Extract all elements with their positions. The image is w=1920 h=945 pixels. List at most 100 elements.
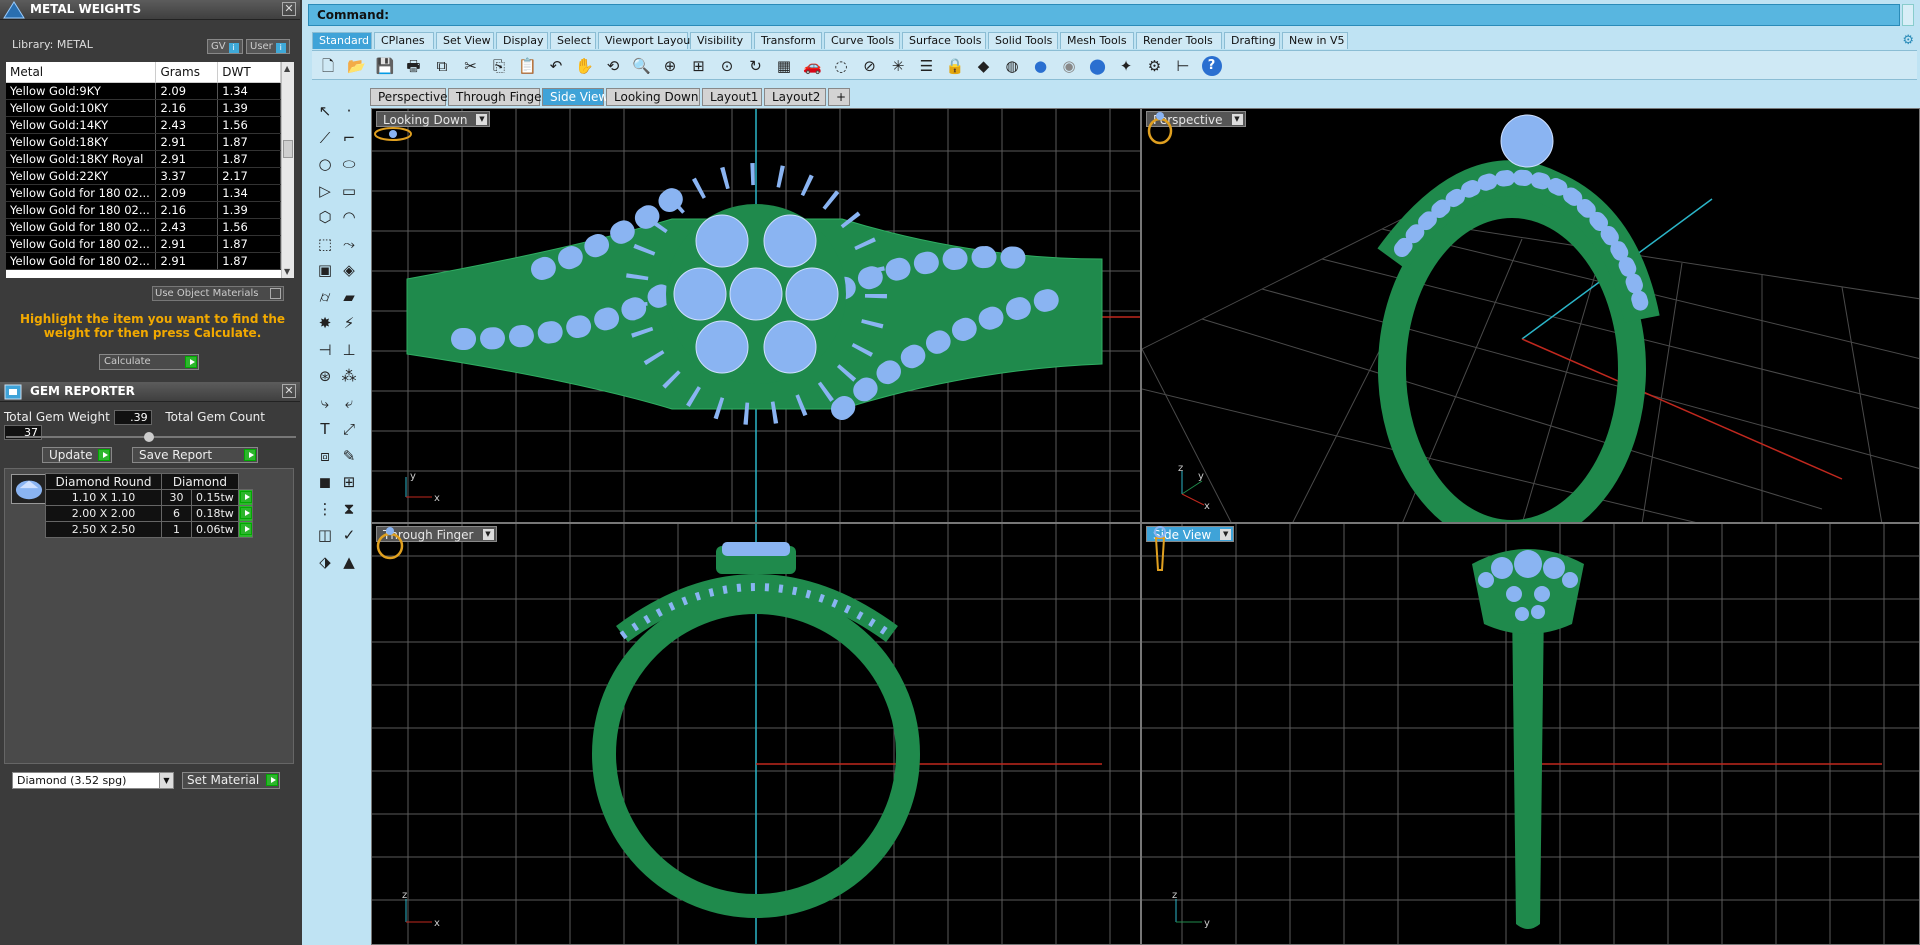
- cplane-icon[interactable]: ⊘: [860, 56, 880, 76]
- toolbar-tab[interactable]: Transform: [754, 32, 822, 49]
- curve-points-icon[interactable]: ⌐: [338, 127, 360, 149]
- toolbar-tab[interactable]: Surface Tools: [902, 32, 986, 49]
- snap-icon[interactable]: ✳: [888, 56, 908, 76]
- zoom-window-icon[interactable]: ⊕: [660, 56, 680, 76]
- box-icon[interactable]: ▣: [314, 259, 336, 281]
- metal-row[interactable]: Yellow Gold:18KY Royal 2.91 1.87: [6, 150, 281, 168]
- print-icon[interactable]: 🖶: [404, 56, 424, 76]
- array-icon[interactable]: ⁂: [338, 365, 360, 387]
- metal-row[interactable]: Yellow Gold:18KY 2.91 1.87: [6, 133, 281, 151]
- gallery-icon[interactable]: ⊞: [338, 471, 360, 493]
- toolbar-tab[interactable]: Mesh Tools: [1060, 32, 1134, 49]
- toolbar-tab[interactable]: CPlanes: [374, 32, 434, 49]
- zoom-in-icon[interactable]: 🔍: [632, 56, 652, 76]
- lock-icon[interactable]: 🔒: [945, 56, 965, 76]
- gem-group-icon[interactable]: ⧈: [314, 445, 336, 467]
- viewport-tab[interactable]: Layout1: [702, 88, 762, 106]
- help-icon[interactable]: ?: [1201, 56, 1222, 76]
- viewport-tab[interactable]: Side View: [542, 88, 608, 106]
- surface-icon[interactable]: ▰: [338, 286, 360, 308]
- viewport-tab[interactable]: Layout2: [764, 88, 826, 106]
- zoom-extents-icon[interactable]: ⊞: [689, 56, 709, 76]
- chevron-down-icon[interactable]: ▼: [482, 529, 494, 540]
- cone-icon[interactable]: ▲: [338, 551, 360, 573]
- chevron-down-icon[interactable]: ▼: [1220, 529, 1232, 540]
- gem-row[interactable]: 2.00 X 2.00 6 0.18tw: [45, 505, 253, 522]
- toolbar-tab[interactable]: Render Tools: [1136, 32, 1222, 49]
- layers-icon[interactable]: ◫: [314, 524, 336, 546]
- metal-row[interactable]: Yellow Gold for 180 02... 2.09 1.34: [6, 184, 281, 202]
- new-file-icon[interactable]: 🗋: [318, 56, 338, 76]
- toolbar-tab[interactable]: Drafting: [1224, 32, 1280, 49]
- add-viewport-tab-icon[interactable]: +: [828, 88, 850, 106]
- metal-col-header[interactable]: DWT: [217, 62, 281, 83]
- toolbar-tab[interactable]: Viewport Layout: [598, 32, 695, 49]
- car-icon[interactable]: 🚗: [803, 56, 823, 76]
- set-material-button[interactable]: Set Material: [182, 772, 280, 789]
- rectangle-icon[interactable]: ▭: [338, 180, 360, 202]
- group-icon[interactable]: ⊛: [314, 365, 336, 387]
- splitter-handle[interactable]: [144, 432, 154, 442]
- blend-icon[interactable]: ⤳: [338, 233, 360, 255]
- use-object-materials-toggle[interactable]: Use Object Materials: [152, 286, 284, 301]
- edit-icon[interactable]: ✎: [338, 445, 360, 467]
- boolean-icon[interactable]: ◈: [338, 259, 360, 281]
- gem-row[interactable]: 1.10 X 1.10 30 0.15tw: [45, 489, 253, 506]
- viewport-through-finger[interactable]: z x Through Finger ▼: [371, 523, 1141, 945]
- color-wheel-icon[interactable]: ◍: [1002, 56, 1022, 76]
- shape-icon[interactable]: ⬗: [314, 551, 336, 573]
- update-button[interactable]: Update: [42, 447, 112, 463]
- command-scrollbar[interactable]: [1902, 4, 1914, 26]
- sphere-icon[interactable]: ●: [1031, 56, 1051, 76]
- check-icon[interactable]: ✓: [338, 524, 360, 546]
- dimension-icon[interactable]: ⊢: [1173, 56, 1193, 76]
- gv-button[interactable]: GV i: [207, 39, 243, 54]
- metal-row[interactable]: Yellow Gold:9KY 2.09 1.34: [6, 82, 281, 100]
- cylinder-icon[interactable]: ⌭: [314, 286, 336, 308]
- gem-row[interactable]: 2.50 X 2.50 1 0.06tw: [45, 521, 253, 538]
- toolbar-tab[interactable]: Display: [496, 32, 548, 49]
- polygon-icon[interactable]: ▷: [314, 180, 336, 202]
- viewport-perspective[interactable]: z y x Perspective ▼: [1141, 108, 1920, 523]
- viewport-tab[interactable]: Looking Down: [606, 88, 700, 106]
- material-sphere-icon[interactable]: ⬤: [1088, 56, 1108, 76]
- gem-select-button[interactable]: [237, 521, 253, 538]
- toolbar-tab[interactable]: Standard: [312, 32, 372, 49]
- scale-icon[interactable]: ⤢: [338, 418, 360, 440]
- save-report-button[interactable]: Save Report: [132, 447, 258, 463]
- toolbar-tab[interactable]: Visibility: [690, 32, 752, 49]
- cut-icon[interactable]: ✂: [461, 56, 481, 76]
- close-icon[interactable]: ✕: [282, 384, 296, 398]
- chevron-down-icon[interactable]: ▼: [1231, 114, 1243, 125]
- copy-clipboard-icon[interactable]: ⎘: [489, 56, 509, 76]
- close-icon[interactable]: ✕: [282, 2, 296, 16]
- select-arrow-icon[interactable]: ↖: [314, 100, 336, 122]
- ellipse-icon[interactable]: ⬭: [338, 153, 360, 175]
- toolbar-tab[interactable]: Set View: [436, 32, 494, 49]
- polyline-icon[interactable]: ⟋: [314, 127, 336, 149]
- four-viewports-icon[interactable]: ▦: [774, 56, 794, 76]
- metal-row[interactable]: Yellow Gold:10KY 2.16 1.39: [6, 99, 281, 117]
- user-button[interactable]: User i: [246, 39, 290, 54]
- layer-icon[interactable]: ☰: [917, 56, 937, 76]
- render-sphere-icon[interactable]: ◉: [1059, 56, 1079, 76]
- text-icon[interactable]: T: [314, 418, 336, 440]
- open-folder-icon[interactable]: 📂: [347, 56, 367, 76]
- metal-row[interactable]: Yellow Gold for 180 02... 2.91 1.87: [6, 252, 281, 270]
- pan-hand-icon[interactable]: ✋: [575, 56, 595, 76]
- copy-icon[interactable]: ⧉: [432, 56, 452, 76]
- viewport-tab[interactable]: Through Finger: [448, 88, 547, 106]
- trim-icon[interactable]: ⊣: [314, 339, 336, 361]
- toolbar-tab[interactable]: Solid Tools: [988, 32, 1058, 49]
- save-icon[interactable]: 💾: [375, 56, 395, 76]
- solid-icon[interactable]: ◼: [314, 471, 336, 493]
- split-icon[interactable]: ⊥: [338, 339, 360, 361]
- grid-array-icon[interactable]: ⋮: [314, 498, 336, 520]
- toolbar-tab[interactable]: Curve Tools: [824, 32, 900, 49]
- shade-icon[interactable]: ◆: [974, 56, 994, 76]
- viewport-side-view[interactable]: z y Side View ▼: [1141, 523, 1920, 945]
- zoom-selected-icon[interactable]: ⊙: [717, 56, 737, 76]
- chamfer-icon[interactable]: ⤶: [338, 392, 360, 414]
- flash-icon[interactable]: ⚡: [338, 312, 360, 334]
- toolbar-tab[interactable]: Select: [550, 32, 596, 49]
